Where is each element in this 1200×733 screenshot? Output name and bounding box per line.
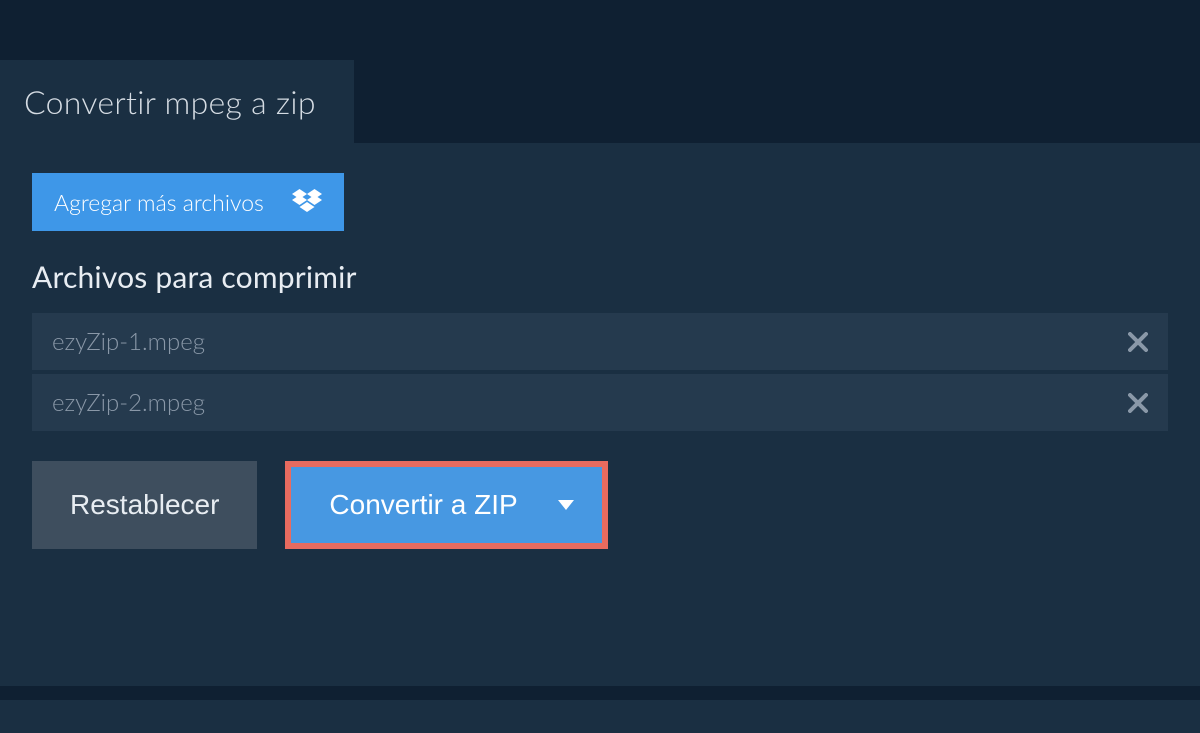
page-title-text: Convertir mpeg a zip [24,82,316,121]
files-heading-text: Archivos para comprimir [32,259,357,295]
convert-button[interactable]: Convertir a ZIP [291,467,601,543]
convert-button-highlight: Convertir a ZIP [285,461,607,549]
top-bar [0,0,1200,60]
add-more-files-label: Agregar más archivos [54,188,264,216]
file-name: ezyZip-2.mpeg [52,388,205,417]
files-heading: Archivos para comprimir [32,259,1168,295]
file-row: ezyZip-1.mpeg [32,313,1168,370]
button-row: Restablecer Convertir a ZIP [32,461,1168,549]
convert-label: Convertir a ZIP [329,489,517,521]
file-name: ezyZip-1.mpeg [52,327,205,356]
dropbox-icon[interactable] [292,189,322,215]
page-title: Convertir mpeg a zip [0,60,354,143]
add-more-files-button[interactable]: Agregar más archivos [32,173,344,231]
bottom-strip [0,686,1200,700]
caret-down-icon[interactable] [558,500,574,510]
file-list: ezyZip-1.mpeg ezyZip-2.mpeg [32,313,1168,431]
reset-label: Restablecer [70,489,219,521]
remove-file-icon[interactable] [1128,332,1148,352]
reset-button[interactable]: Restablecer [32,461,257,549]
remove-file-icon[interactable] [1128,393,1148,413]
content-area: Agregar más archivos Archivos para compr… [0,143,1200,733]
file-row: ezyZip-2.mpeg [32,374,1168,431]
